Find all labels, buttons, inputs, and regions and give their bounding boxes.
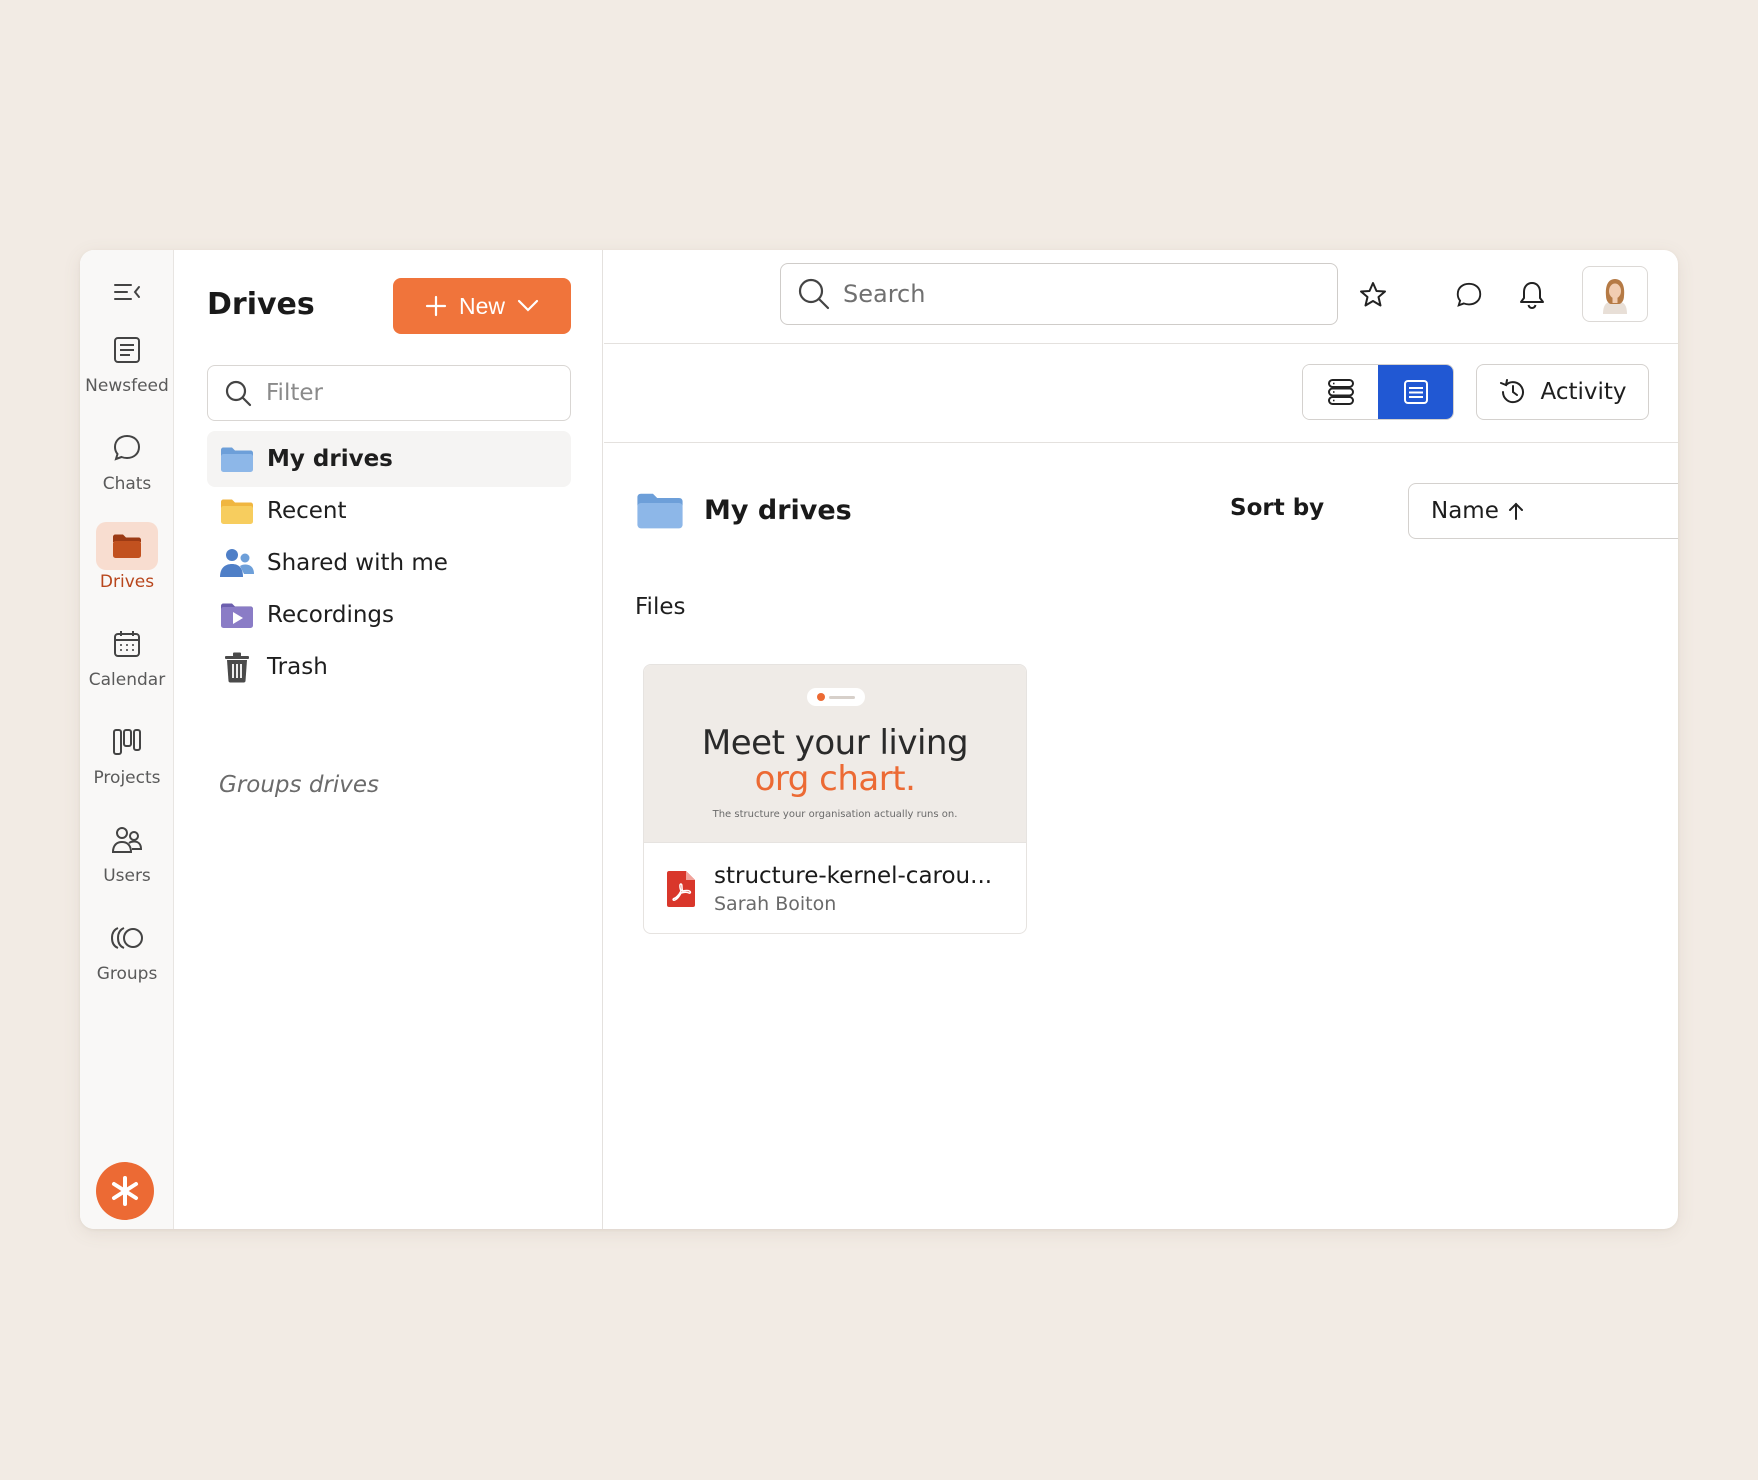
nav-item-shared[interactable]: Shared with me [207,535,571,591]
arrow-up-icon [1508,502,1523,520]
notifications-button[interactable] [1513,276,1551,314]
folder-icon [113,534,141,558]
nav-item-recent[interactable]: Recent [207,483,571,539]
grid-view-button[interactable] [1378,365,1453,419]
file-meta: structure-kernel-carou... Sarah Boiton [644,843,1026,933]
rail-label: Projects [93,768,161,788]
blue-folder-icon [221,447,253,472]
users-icon [111,827,143,853]
search-field[interactable] [780,263,1338,325]
nav-item-label: Shared with me [267,550,448,576]
shared-users-icon [220,549,254,577]
list-view-button[interactable] [1303,365,1378,419]
nav-item-label: My drives [267,446,393,472]
rail-item-groups[interactable]: Groups [80,914,174,996]
sort-select[interactable]: Name [1408,483,1678,539]
rail-item-calendar[interactable]: Calendar [80,620,174,702]
star-icon [1360,282,1386,307]
rail-item-drives[interactable]: Drives [80,522,174,604]
content-header: My drives [636,490,852,530]
chat-bubble-icon [113,434,141,461]
drives-panel: Drives New My drives [175,250,603,1229]
thumbnail-logo [807,688,865,706]
blue-folder-icon [637,493,683,529]
newsfeed-icon [114,337,140,363]
thumbnail-subtitle: The structure your organisation actually… [712,809,958,820]
content-title: My drives [704,494,852,526]
nav-item-trash[interactable]: Trash [207,639,571,695]
yellow-folder-icon [221,499,253,524]
sort-by-label: Sort by [1230,495,1325,521]
rail-label: Drives [99,572,155,592]
chat-bubble-icon [1456,282,1482,307]
favorites-button[interactable] [1354,276,1392,314]
thumbnail-headline-accent: org chart. [754,759,916,799]
rail-item-newsfeed[interactable]: Newsfeed [80,326,174,408]
thumbnail-headline: Meet your living [701,723,969,763]
list-view-icon [1327,379,1354,405]
messages-button[interactable] [1450,276,1488,314]
groups-drives-heading: Groups drives [219,772,380,798]
groups-icon [110,927,143,949]
files-heading: Files [635,594,686,620]
activity-button[interactable]: Activity [1476,364,1649,420]
app-rail: Newsfeed Chats Drives Calendar Projects … [80,250,174,1229]
file-card[interactable]: Meet your living org chart. The structur… [643,664,1027,934]
app-logo-button[interactable] [96,1162,154,1220]
avatar [1603,279,1627,314]
plus-icon [425,295,447,317]
sort-value: Name [1431,498,1499,524]
top-bar [604,250,1678,344]
nav-item-my-drives[interactable]: My drives [207,431,571,487]
user-avatar-button[interactable] [1582,266,1648,322]
calendar-icon [114,631,140,657]
toolbar: Activity [604,345,1678,443]
rail-label: Groups [96,964,158,984]
rail-item-chats[interactable]: Chats [80,424,174,506]
rail-label: Chats [102,474,152,494]
pdf-file-icon [667,871,695,907]
filter-input[interactable] [266,380,556,406]
rail-label: Calendar [88,670,166,690]
main-content: Activity My drives Sort by Name Files Me… [604,250,1678,1229]
view-toggle [1302,364,1454,420]
panel-title: Drives [207,287,315,322]
chevron-down-icon [517,299,539,312]
app-window: Newsfeed Chats Drives Calendar Projects … [80,250,1678,1229]
bell-icon [1520,282,1544,309]
search-icon [225,380,252,407]
projects-icon [113,729,141,755]
activity-label: Activity [1540,379,1627,405]
file-thumbnail: Meet your living org chart. The structur… [644,665,1026,843]
search-input[interactable] [843,280,1323,308]
new-button[interactable]: New [393,278,571,334]
rail-label: Newsfeed [85,376,169,396]
search-icon [798,278,830,310]
file-owner: Sarah Boiton [714,893,837,915]
card-view-icon [1403,380,1428,404]
new-button-label: New [458,292,505,319]
collapse-menu-button[interactable] [109,277,145,307]
asterisk-logo-icon [112,1176,138,1206]
recordings-folder-icon [221,603,253,628]
rail-item-projects[interactable]: Projects [80,718,174,800]
history-icon [1500,379,1525,404]
nav-item-label: Recent [267,498,347,524]
rail-label: Users [103,866,151,886]
trash-icon [225,652,249,683]
filter-field[interactable] [207,365,571,421]
file-name: structure-kernel-carou... [714,863,993,889]
nav-item-label: Trash [267,654,328,680]
rail-item-users[interactable]: Users [80,816,174,898]
nav-item-label: Recordings [267,602,395,628]
menu-collapse-icon [114,284,140,300]
nav-item-recordings[interactable]: Recordings [207,587,571,643]
